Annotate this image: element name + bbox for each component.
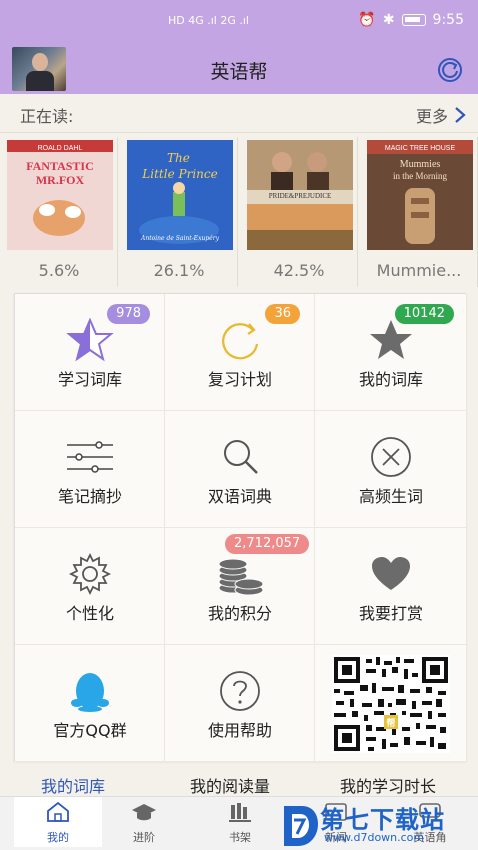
book-cover-pride-and-prejudice: PRIDE&PREJUDICE [247, 140, 353, 250]
qq-group-button[interactable]: 官方QQ群 [15, 645, 165, 762]
book-cover-little-prince: The Little Prince Antoine de Saint-Exupé… [127, 140, 233, 250]
watermark-title: 第七下载站 [320, 806, 445, 834]
status-icons: ⏰ ✱ 9:55 [358, 12, 464, 28]
status-time: 9:55 [432, 12, 464, 28]
cell-label: 我的词库 [358, 370, 423, 389]
alarm-icon: ⏰ [358, 12, 376, 28]
search-icon [223, 440, 258, 474]
star-half-icon [65, 318, 114, 362]
nav-bookshelf[interactable]: 书架 [200, 801, 280, 845]
svg-text:FANTASTIC: FANTASTIC [26, 159, 94, 173]
qr-code-cell: 帮 [315, 645, 467, 762]
my-vocab-button[interactable]: 10142 我的词库 [315, 294, 467, 411]
cell-label: 官方QQ群 [53, 721, 127, 740]
app-bar: 英语帮 [0, 44, 478, 94]
svg-text:The: The [167, 151, 190, 165]
refresh-circle-icon [221, 323, 258, 360]
nav-advance[interactable]: 进阶 [104, 801, 184, 845]
frequent-words-button[interactable]: 高频生词 [315, 411, 467, 528]
donate-button[interactable]: 我要打赏 [315, 528, 467, 645]
personalize-button[interactable]: 个性化 [15, 528, 165, 645]
reading-books: ROALD DAHL FANTASTIC MR.FOX 5.6% The Lit… [0, 132, 478, 288]
bluetooth-icon: ✱ [382, 12, 395, 28]
svg-text:Little Prince: Little Prince [141, 167, 217, 181]
badge: 36 [265, 304, 300, 324]
svg-text:帮: 帮 [386, 717, 395, 729]
cell-label: 高频生词 [358, 487, 423, 506]
my-points-button[interactable]: 2,712,057 我的积分 [165, 528, 315, 645]
stats-strip: 我的词库 我的阅读量 我的学习时长 [0, 767, 478, 797]
nav-label: 我的 [47, 831, 69, 844]
book-progress: 42.5% [273, 261, 325, 280]
nav-label: 进阶 [133, 831, 155, 844]
app-title: 英语帮 [210, 61, 268, 83]
d7-logo-icon [284, 806, 318, 846]
svg-text:Antoine de Saint-Exupéry: Antoine de Saint-Exupéry [140, 235, 220, 242]
home-icon [47, 801, 69, 822]
watermark-url: www.d7down.com [324, 831, 425, 844]
badge: 2,712,057 [225, 534, 310, 554]
strip-reading-count[interactable]: 我的阅读量 [190, 773, 270, 797]
dictionary-button[interactable]: 双语词典 [165, 411, 315, 528]
cell-label: 笔记摘抄 [57, 487, 122, 506]
cell-label: 使用帮助 [207, 721, 272, 740]
book-card[interactable]: MAGIC TREE HOUSE Mummies in the Morning … [360, 137, 478, 287]
book-progress: Mummie... [376, 261, 462, 280]
more-button[interactable]: 更多 [416, 103, 466, 127]
svg-text:ROALD DAHL: ROALD DAHL [38, 145, 83, 152]
nav-mine[interactable]: 我的 [14, 797, 102, 847]
coins-icon [218, 558, 263, 596]
qq-penguin-icon [70, 673, 109, 712]
strip-study-time[interactable]: 我的学习时长 [340, 773, 436, 797]
reading-label: 正在读: [20, 107, 74, 126]
feature-grid: 978 学习词库 36 复习计划 10142 我的词库 笔记摘抄 双语词典 高频… [14, 293, 467, 762]
list-sliders-icon [66, 441, 113, 473]
status-bar: HD 4G .ıl 2G .ıl ⏰ ✱ 9:55 [0, 0, 478, 44]
chevron-right-icon [455, 107, 466, 123]
qr-code: 帮 [332, 655, 450, 753]
svg-text:PRIDE&PREJUDICE: PRIDE&PREJUDICE [269, 192, 332, 200]
sync-icon[interactable] [436, 56, 464, 84]
help-button[interactable]: 使用帮助 [165, 645, 315, 762]
more-label: 更多 [415, 107, 448, 126]
help-icon [219, 671, 260, 711]
book-progress: 26.1% [153, 261, 205, 280]
network-status: HD 4G .ıl 2G .ıl [168, 14, 249, 27]
close-circle-icon [370, 437, 411, 477]
heart-icon [371, 557, 410, 590]
gear-icon [68, 552, 111, 596]
cell-label: 我要打赏 [358, 604, 423, 623]
watermark: 第七下载站 www.d7down.com [280, 798, 478, 850]
notes-button[interactable]: 笔记摘抄 [15, 411, 165, 528]
graduation-cap-icon [132, 804, 156, 821]
book-card[interactable]: ROALD DAHL FANTASTIC MR.FOX 5.6% [0, 137, 118, 287]
book-cover-mummies: MAGIC TREE HOUSE Mummies in the Morning [367, 140, 473, 250]
book-card[interactable]: PRIDE&PREJUDICE 42.5% [240, 137, 358, 287]
reading-header: 正在读: 更多 [0, 94, 478, 132]
svg-text:in the Morning: in the Morning [393, 171, 447, 181]
book-cover-fantastic-mr-fox: ROALD DAHL FANTASTIC MR.FOX [7, 140, 113, 250]
review-plan-button[interactable]: 36 复习计划 [165, 294, 315, 411]
cell-label: 我的积分 [207, 604, 272, 623]
strip-my-vocab[interactable]: 我的词库 [41, 773, 105, 797]
nav-label: 书架 [229, 831, 251, 844]
study-vocab-button[interactable]: 978 学习词库 [15, 294, 165, 411]
svg-text:MAGIC TREE HOUSE: MAGIC TREE HOUSE [385, 145, 456, 152]
book-progress: 5.6% [38, 261, 80, 280]
cell-label: 学习词库 [57, 370, 122, 389]
bookshelf-icon [229, 803, 251, 822]
book-card[interactable]: The Little Prince Antoine de Saint-Exupé… [120, 137, 238, 287]
cell-label: 双语词典 [207, 487, 272, 506]
svg-text:Mummies: Mummies [400, 159, 441, 170]
battery-icon [401, 14, 426, 26]
cell-label: 复习计划 [207, 370, 272, 389]
svg-text:MR.FOX: MR.FOX [36, 173, 85, 187]
star-icon [369, 320, 412, 359]
cell-label: 个性化 [65, 604, 114, 623]
